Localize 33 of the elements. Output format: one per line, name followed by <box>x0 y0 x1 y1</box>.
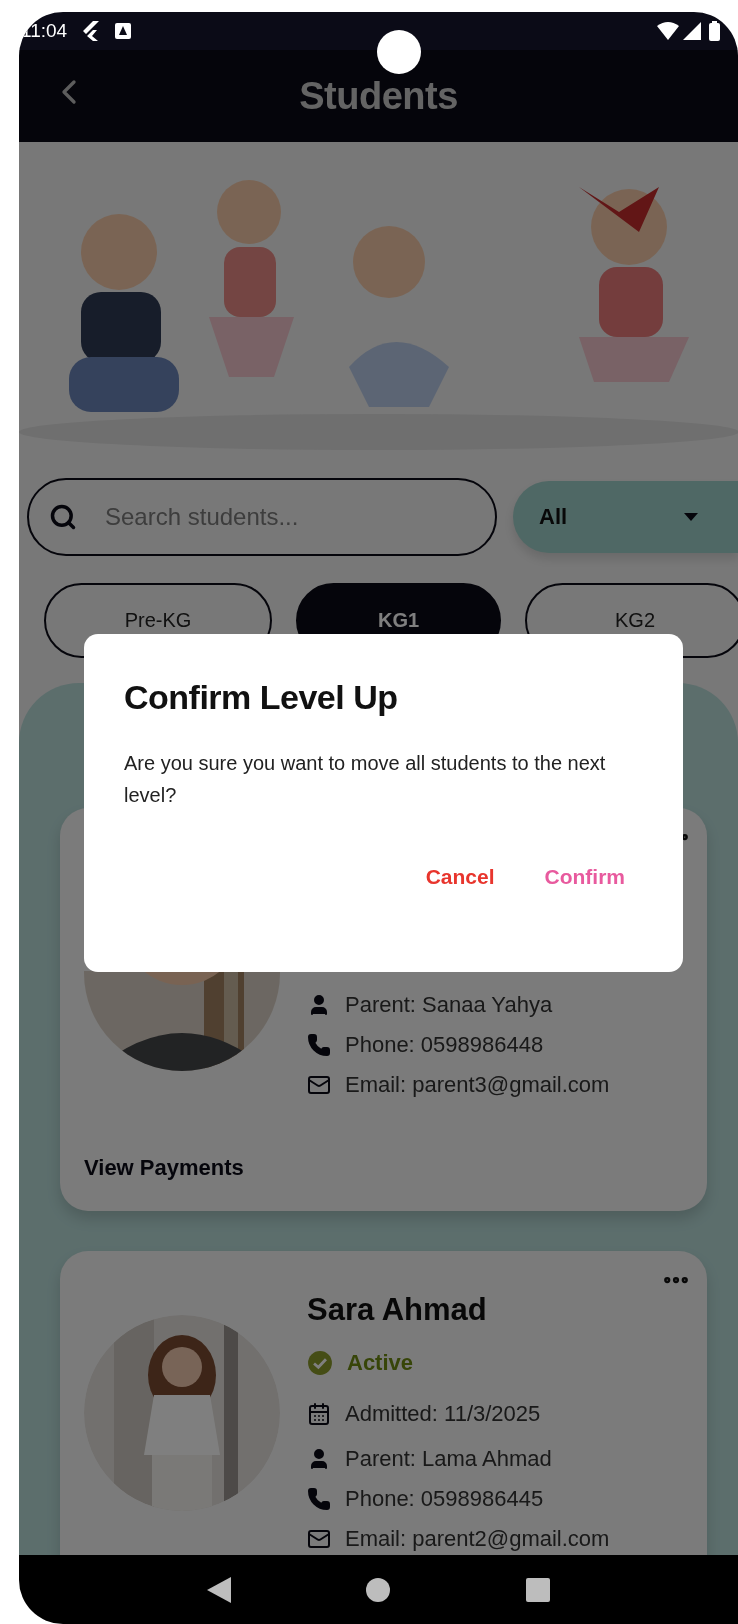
admitted-date: Admitted: 11/3/2025 <box>345 1401 541 1427</box>
back-nav-icon[interactable] <box>206 1576 231 1603</box>
phone-icon <box>307 1487 331 1511</box>
phone-number: Phone: 0598986445 <box>345 1486 544 1512</box>
filter-dropdown[interactable]: All <box>513 481 738 553</box>
parent-name: Parent: Sanaa Yahya <box>345 992 553 1018</box>
caret-icon <box>684 513 698 521</box>
confirm-button[interactable]: Confirm <box>544 861 625 893</box>
view-payments-link[interactable]: View Payments <box>84 1155 244 1181</box>
notification-icon <box>115 23 132 39</box>
dialog-title: Confirm Level Up <box>124 678 399 717</box>
home-nav-icon[interactable] <box>366 1577 391 1602</box>
search-icon <box>49 503 77 531</box>
student-name: Sara Ahmad <box>307 1291 488 1329</box>
status-text: Active <box>347 1350 414 1376</box>
check-circle-icon <box>307 1350 333 1376</box>
cancel-button[interactable]: Cancel <box>425 861 495 893</box>
page-title: Students <box>299 74 458 118</box>
parent-name: Parent: Lama Ahmad <box>345 1446 552 1472</box>
mail-icon <box>307 1073 331 1097</box>
phone-number: Phone: 0598986448 <box>345 1032 544 1058</box>
dialog-message: Are you sure you want to move all students to the next level? <box>124 751 607 808</box>
battery-icon <box>709 21 720 41</box>
search-field[interactable]: Search students... <box>27 478 497 556</box>
flutter-icon <box>81 21 100 41</box>
mail-icon <box>307 1527 331 1551</box>
calendar-icon <box>307 1402 331 1426</box>
email-address: Email: parent2@gmail.com <box>345 1526 610 1552</box>
recents-nav-icon[interactable] <box>526 1577 551 1602</box>
email-address: Email: parent3@gmail.com <box>345 1072 610 1098</box>
signal-icon <box>683 22 701 40</box>
phone-icon <box>307 1033 331 1057</box>
wifi-icon <box>657 22 679 40</box>
